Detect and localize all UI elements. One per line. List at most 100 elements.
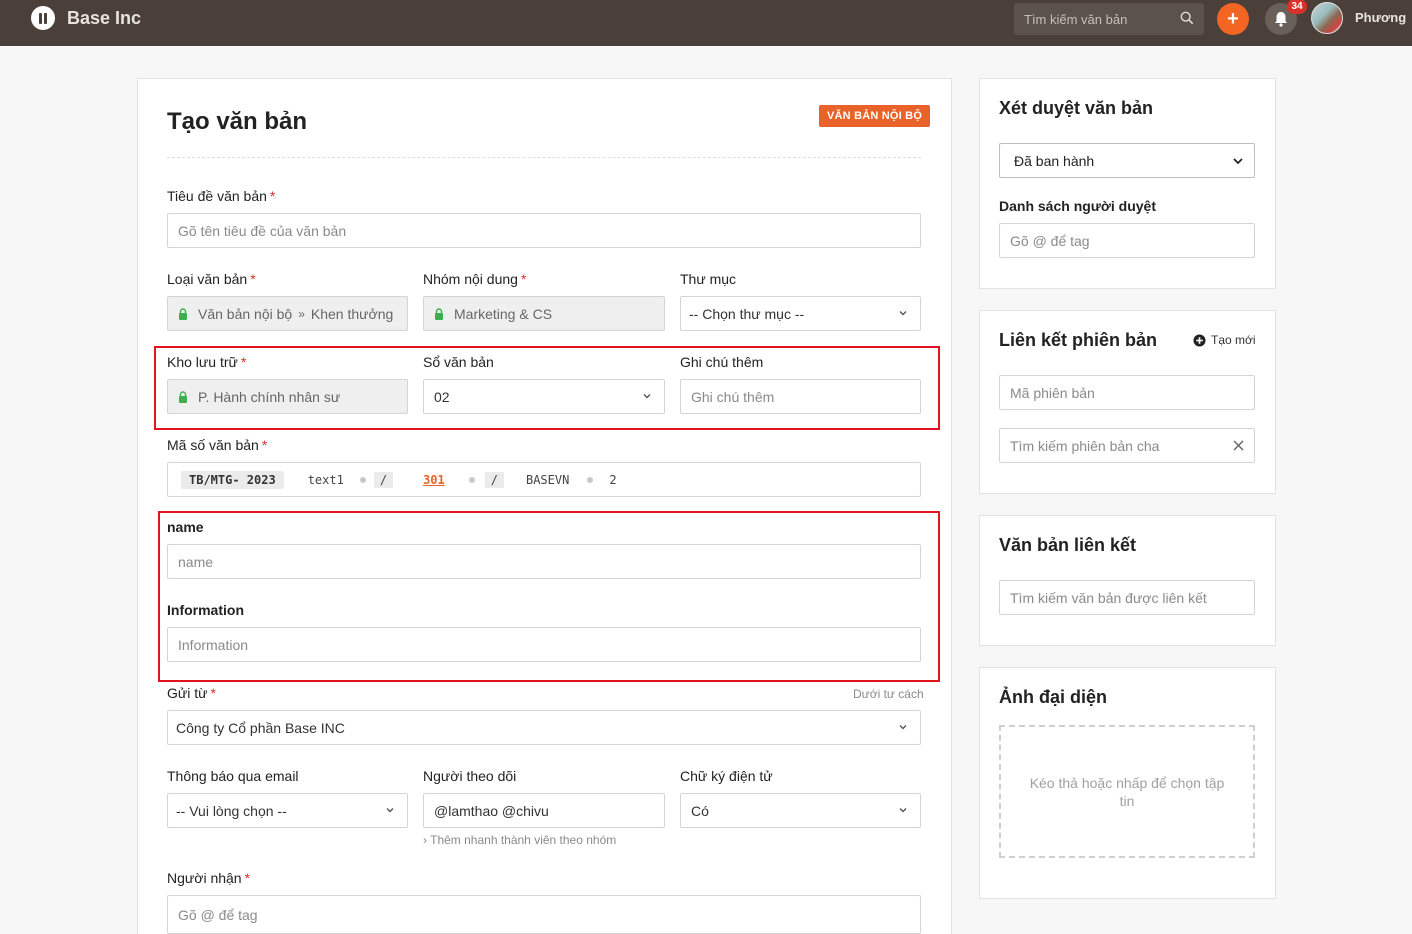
review-title: Xét duyệt văn bản: [999, 98, 1154, 118]
chevron-down-icon: [899, 725, 907, 730]
brand-name[interactable]: Base Inc: [67, 8, 141, 29]
version-code-input[interactable]: [1010, 384, 1244, 401]
doc-code-field[interactable]: TB/MTG- 2023 text1 / 301 / BASEVN 2: [167, 462, 921, 497]
name-input[interactable]: [178, 553, 910, 570]
content-group-label: Nhóm nội dung *: [423, 271, 527, 287]
doc-title-input[interactable]: [178, 222, 910, 239]
doc-code-slash: /: [484, 471, 504, 488]
information-label: Information: [167, 602, 244, 618]
doc-type-field: Văn bản nội bộ » Khen thưởng: [167, 296, 408, 331]
title-divider: [167, 157, 921, 158]
review-status-select[interactable]: Đã ban hành: [999, 143, 1255, 178]
chevron-down-icon: [899, 808, 907, 813]
doc-code-dot: [359, 476, 366, 483]
recipients-input[interactable]: [178, 906, 910, 923]
approvers-input[interactable]: [1010, 232, 1244, 249]
storage-label: Kho lưu trữ *: [167, 354, 247, 370]
doc-code-org[interactable]: BASEVN: [526, 473, 569, 487]
doc-code-number-link[interactable]: 301: [423, 473, 445, 487]
sender-label: Gửi từ *: [167, 685, 216, 701]
email-notify-select[interactable]: -- Vui lòng chọn --: [167, 793, 408, 828]
register-label: Sổ văn bản: [423, 354, 494, 370]
global-search-input[interactable]: [1024, 11, 1174, 27]
doc-code-slash: /: [373, 471, 394, 488]
page-title: Tạo văn bản: [167, 108, 308, 135]
name-field: [167, 544, 921, 579]
cover-image-title: Ảnh đại diện: [999, 687, 1107, 707]
note-input[interactable]: [691, 388, 910, 405]
doc-code-dot: [468, 476, 475, 483]
linked-docs-search-field: [999, 580, 1255, 615]
file-dropzone[interactable]: Kéo thả hoặc nhấp để chọn tập tin: [999, 725, 1255, 858]
doc-code-prefix[interactable]: TB/MTG- 2023: [181, 470, 284, 489]
doc-code-suffix[interactable]: 2: [609, 473, 616, 487]
e-signature-value: Có: [691, 802, 709, 819]
e-signature-label: Chữ ký điện tử: [680, 768, 773, 784]
lock-icon: [178, 390, 188, 403]
sender-select[interactable]: Công ty Cổ phần Base INC: [167, 710, 921, 745]
followers-field[interactable]: @lamthao @chivu: [423, 793, 665, 828]
top-navbar: Base Inc + 34 Phương: [0, 0, 1412, 46]
followers-label: Người theo dõi: [423, 768, 517, 784]
lock-icon: [434, 307, 444, 320]
breadcrumb-separator: »: [298, 306, 305, 321]
followers-value: @lamthao @chivu: [434, 802, 549, 819]
create-version-label: Tạo mới: [1211, 333, 1256, 347]
register-select-value: 02: [434, 388, 450, 405]
notification-count-badge: 34: [1287, 0, 1307, 14]
lock-icon: [178, 307, 188, 320]
review-status-value: Đã ban hành: [1014, 152, 1095, 169]
doc-type-label: Loại văn bản *: [167, 271, 256, 287]
information-field: [167, 627, 921, 662]
doc-code-label: Mã số văn bản *: [167, 437, 268, 453]
add-group-members-link[interactable]: › Thêm nhanh thành viên theo nhóm: [423, 833, 616, 847]
recipients-label: Người nhận *: [167, 870, 251, 886]
note-label: Ghi chú thêm: [680, 354, 764, 370]
search-icon[interactable]: [1180, 11, 1194, 25]
storage-field: P. Hành chính nhân sư: [167, 379, 408, 414]
create-version-button[interactable]: Tạo mới: [1193, 333, 1256, 347]
close-icon[interactable]: [1233, 440, 1244, 451]
doc-subtype-value: Khen thưởng: [310, 305, 394, 322]
folder-label: Thư mục: [680, 271, 737, 287]
chevron-down-icon: [899, 311, 907, 316]
storage-value: P. Hành chính nhân sư: [198, 388, 341, 405]
register-select[interactable]: 02: [423, 379, 665, 414]
information-input[interactable]: [178, 636, 910, 653]
parent-version-search-field: [999, 428, 1255, 463]
chevron-down-icon: [1233, 158, 1243, 165]
folder-select[interactable]: -- Chọn thư mục --: [680, 296, 921, 331]
version-link-title: Liên kết phiên bản: [999, 330, 1158, 350]
content-group-value: Marketing & CS: [454, 305, 553, 322]
doc-code-dot: [587, 476, 594, 483]
note-field: [680, 379, 921, 414]
doc-title-label: Tiêu đề văn bản *: [167, 188, 276, 204]
recipients-field: [167, 895, 921, 934]
user-name[interactable]: Phương: [1355, 10, 1406, 25]
version-code-field: [999, 375, 1255, 410]
e-signature-select[interactable]: Có: [680, 793, 921, 828]
sender-select-value: Công ty Cổ phần Base INC: [176, 719, 345, 736]
sender-role-hint[interactable]: Dưới tư cách: [853, 687, 924, 701]
plus-circle-icon: [1193, 333, 1206, 347]
folder-select-value: -- Chọn thư mục --: [689, 305, 805, 322]
approvers-label: Danh sách người duyệt: [999, 198, 1157, 214]
name-label: name: [167, 519, 204, 535]
linked-docs-title: Văn bản liên kết: [999, 535, 1137, 555]
parent-version-search-input[interactable]: [1010, 437, 1233, 454]
chevron-down-icon: [643, 394, 651, 399]
quick-create-button[interactable]: +: [1217, 3, 1249, 35]
bell-icon: [1275, 12, 1287, 27]
content-group-field: Marketing & CS: [423, 296, 665, 331]
doc-type-value: Văn bản nội bộ: [198, 305, 293, 322]
email-notify-value: -- Vui lòng chọn --: [176, 802, 287, 819]
email-notify-label: Thông báo qua email: [167, 768, 299, 784]
document-type-badge: VĂN BẢN NỘI BỘ: [819, 105, 931, 127]
doc-title-field: [167, 213, 921, 248]
linked-docs-search-input[interactable]: [1010, 589, 1244, 606]
approvers-field: [999, 223, 1255, 258]
brand-logo-icon[interactable]: [31, 6, 55, 30]
global-search: [1014, 3, 1204, 35]
user-avatar[interactable]: [1311, 2, 1343, 34]
doc-code-part1[interactable]: text1: [308, 473, 344, 487]
